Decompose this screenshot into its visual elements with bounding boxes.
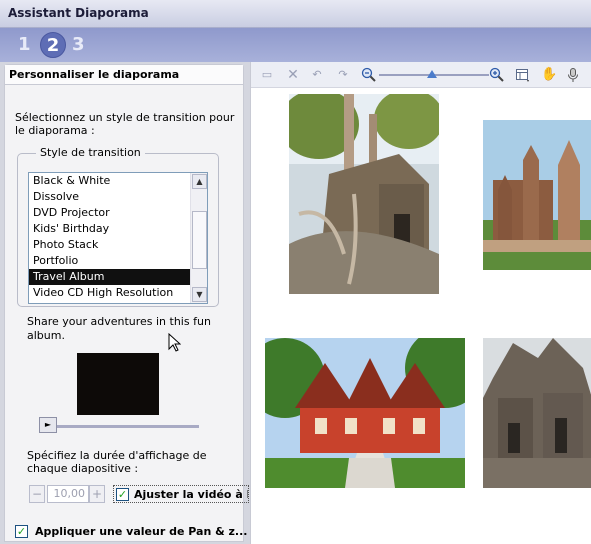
title-bar: Assistant Diaporama bbox=[0, 0, 591, 28]
photo-toolbar: ▭ ✕ ↶ ↷ ✋ bbox=[251, 62, 591, 88]
photo-stone-temple[interactable] bbox=[483, 338, 591, 488]
fit-video-label: Ajuster la vidéo à l'a bbox=[134, 488, 249, 501]
transition-style-group: Style de transition Black & White Dissol… bbox=[17, 146, 219, 307]
style-preview bbox=[77, 353, 159, 415]
steps-bar: 1 2 3 bbox=[0, 28, 591, 62]
list-item[interactable]: Dissolve bbox=[29, 189, 191, 205]
list-item[interactable]: Kids' Birthday bbox=[29, 221, 191, 237]
photo-temple-tree-roots[interactable] bbox=[289, 94, 439, 294]
microphone-icon[interactable] bbox=[565, 67, 581, 83]
fit-video-option[interactable]: ✓ Ajuster la vidéo à l'a bbox=[113, 485, 249, 503]
left-panel: Personnaliser le diaporama Sélectionnez … bbox=[0, 62, 250, 544]
list-item[interactable]: DVD Projector bbox=[29, 205, 191, 221]
photo-panel: ▭ ✕ ↶ ↷ ✋ bbox=[250, 62, 591, 544]
scroll-up-icon[interactable]: ▲ bbox=[192, 174, 207, 189]
list-item[interactable]: Black & White bbox=[29, 173, 191, 189]
step-1[interactable]: 1 bbox=[18, 34, 31, 55]
customize-card: Personnaliser le diaporama Sélectionnez … bbox=[4, 64, 249, 542]
play-icon[interactable]: ► bbox=[39, 417, 57, 433]
scroll-down-icon[interactable]: ▼ bbox=[192, 287, 207, 302]
fit-video-checkbox[interactable]: ✓ bbox=[116, 488, 129, 501]
preview-seek-slider[interactable]: ► bbox=[39, 417, 207, 435]
photo-red-wooden-house[interactable] bbox=[265, 338, 465, 488]
step-3[interactable]: 3 bbox=[72, 34, 85, 55]
photo-stupa-ruins[interactable] bbox=[483, 120, 591, 270]
delete-icon[interactable]: ✕ bbox=[285, 67, 301, 83]
list-item[interactable]: Photo Stack bbox=[29, 237, 191, 253]
duration-label: Spécifiez la durée d'affichage de chaque… bbox=[27, 449, 207, 475]
duration-input[interactable]: 10,00 bbox=[47, 485, 89, 503]
list-item-selected[interactable]: Travel Album bbox=[29, 269, 191, 285]
transition-style-list[interactable]: Black & White Dissolve DVD Projector Kid… bbox=[28, 172, 208, 304]
instruction-text: Sélectionnez un style de transition pour… bbox=[15, 111, 235, 137]
zoom-out-icon[interactable] bbox=[361, 67, 377, 83]
rotate-left-icon[interactable]: ↶ bbox=[309, 67, 325, 83]
window-title: Assistant Diaporama bbox=[8, 6, 149, 20]
layout-icon[interactable] bbox=[515, 67, 531, 83]
pan-zoom-label: Appliquer une valeur de Pan & z... bbox=[35, 525, 248, 538]
rotate-right-icon[interactable]: ↷ bbox=[335, 67, 351, 83]
zoom-thumb[interactable] bbox=[427, 70, 437, 78]
list-item[interactable]: Portfolio bbox=[29, 253, 191, 269]
pan-zoom-checkbox[interactable]: ✓ bbox=[15, 525, 28, 538]
step-2-current[interactable]: 2 bbox=[40, 32, 66, 58]
seek-track bbox=[51, 425, 199, 428]
hand-icon[interactable]: ✋ bbox=[541, 67, 557, 83]
decrement-button[interactable]: − bbox=[29, 485, 45, 503]
group-label: Style de transition bbox=[36, 146, 145, 159]
panel-header: Personnaliser le diaporama bbox=[5, 65, 243, 85]
monitor-icon[interactable]: ▭ bbox=[259, 67, 275, 83]
style-description: Share your adventures in this fun album. bbox=[27, 315, 211, 342]
list-item[interactable]: Video CD High Resolution bbox=[29, 285, 191, 301]
zoom-in-icon[interactable] bbox=[489, 67, 505, 83]
increment-button[interactable]: + bbox=[89, 485, 105, 503]
list-scrollbar[interactable]: ▲ ▼ bbox=[190, 173, 207, 303]
scroll-thumb[interactable] bbox=[192, 211, 207, 269]
